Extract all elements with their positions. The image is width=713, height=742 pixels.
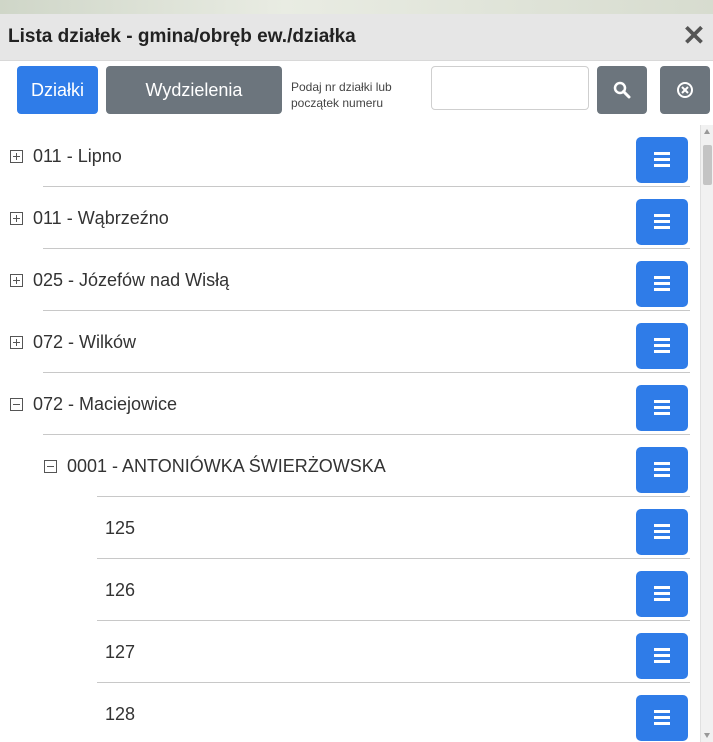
tab-wydzielenia-button[interactable]: Wydzielenia [106,66,282,114]
tree-row-label: 025 - Józefów nad Wisłą [33,270,230,290]
scroll-up-arrow-icon[interactable] [704,129,710,134]
tab-dzialki-button[interactable]: Działki [17,66,98,114]
tree-row-label: 072 - Maciejowice [33,394,178,414]
tree-row-dzialka[interactable]: 125 [0,497,700,559]
tree-row-gmina[interactable]: 025 - Józefów nad Wisłą [0,249,700,311]
vertical-scrollbar[interactable] [700,125,713,742]
row-menu-button[interactable] [636,199,688,245]
scroll-down-arrow-icon[interactable] [704,733,710,738]
tree-row-gmina[interactable]: 011 - Wąbrzeźno [0,187,700,249]
plot-list-panel: Lista działek - gmina/obręb ew./działka … [0,0,713,742]
clear-circle-icon [677,82,693,98]
panel-title: Lista działek - gmina/obręb ew./działka [8,26,356,47]
toolbar: Działki Wydzielenia Podaj nr działki lub… [0,61,713,123]
tree-row-label: 127 [105,642,136,662]
tree-row-dzialka[interactable]: 128 [0,683,700,742]
tree-row-label: 0001 - ANTONIÓWKA ŚWIERŻOWSKA [67,456,386,476]
search-hint-label: Podaj nr działki lub początek numeru [291,80,392,110]
row-menu-button[interactable] [636,571,688,617]
row-menu-button[interactable] [636,137,688,183]
close-icon: ✕ [682,20,706,51]
expand-icon[interactable] [10,336,23,349]
expand-icon[interactable] [10,274,23,287]
tree-row-dzialka[interactable]: 127 [0,621,700,683]
scrollbar-thumb[interactable] [703,145,712,185]
tree-row-label: 128 [105,704,136,724]
panel-header: Lista działek - gmina/obręb ew./działka … [0,14,713,61]
collapse-icon[interactable] [44,460,57,473]
row-menu-button[interactable] [636,323,688,369]
expand-icon[interactable] [10,212,23,225]
tree-row-label: 126 [105,580,136,600]
clear-search-button[interactable] [660,66,710,114]
row-menu-button[interactable] [636,385,688,431]
row-menu-button[interactable] [636,633,688,679]
tree-row-obreb[interactable]: 0001 - ANTONIÓWKA ŚWIERŻOWSKA [0,435,700,497]
row-menu-button[interactable] [636,261,688,307]
collapse-icon[interactable] [10,398,23,411]
tree-row-gmina[interactable]: 072 - Wilków [0,311,700,373]
search-button[interactable] [597,66,647,114]
map-background-strip [0,0,713,14]
row-menu-button[interactable] [636,695,688,741]
tree-row-gmina[interactable]: 072 - Maciejowice [0,373,700,435]
search-input[interactable] [431,66,589,110]
tree-row-label: 011 - Lipno [33,146,122,166]
tree-row-label: 072 - Wilków [33,332,137,352]
tree-row-dzialka[interactable]: 126 [0,559,700,621]
plot-tree-list: 011 - Lipno 011 - Wąbrzeźno 025 - Józefó… [0,125,700,742]
row-menu-button[interactable] [636,509,688,555]
tree-row-gmina[interactable]: 011 - Lipno [0,125,700,187]
expand-icon[interactable] [10,150,23,163]
row-menu-button[interactable] [636,447,688,493]
tree-row-label: 011 - Wąbrzeźno [33,208,169,228]
close-button[interactable]: ✕ [679,20,709,52]
search-icon [613,81,631,99]
tree-row-label: 125 [105,518,136,538]
